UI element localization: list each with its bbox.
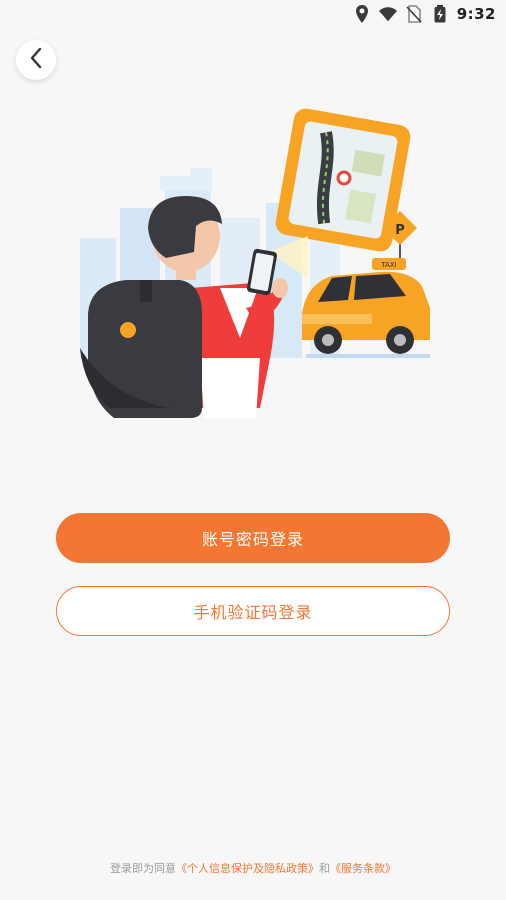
hero-illustration: P TAXI bbox=[70, 108, 446, 424]
password-login-button[interactable]: 账号密码登录 bbox=[56, 513, 450, 563]
location-icon bbox=[353, 5, 371, 23]
password-login-label: 账号密码登录 bbox=[201, 530, 304, 549]
sms-login-button[interactable]: 手机验证码登录 bbox=[56, 586, 450, 636]
terms-link[interactable]: 《服务条款》 bbox=[330, 862, 396, 875]
agreement-conjunction: 和 bbox=[319, 862, 330, 875]
wifi-icon bbox=[378, 5, 397, 23]
sms-login-label: 手机验证码登录 bbox=[193, 603, 313, 622]
taxi-sign-label: TAXI bbox=[380, 261, 396, 269]
battery-charging-icon bbox=[431, 5, 449, 23]
agreement-text: 登录即为同意《个人信息保护及隐私政策》和《服务条款》 bbox=[0, 860, 506, 876]
parking-sign-label: P bbox=[395, 223, 405, 238]
status-time: 9:32 bbox=[456, 5, 496, 23]
back-button[interactable] bbox=[16, 40, 56, 80]
privacy-policy-link[interactable]: 《个人信息保护及隐私政策》 bbox=[176, 862, 319, 875]
no-sim-icon bbox=[405, 5, 423, 23]
agreement-prefix: 登录即为同意 bbox=[110, 862, 176, 875]
chevron-left-icon bbox=[29, 47, 43, 73]
status-bar: 9:32 bbox=[0, 0, 506, 28]
